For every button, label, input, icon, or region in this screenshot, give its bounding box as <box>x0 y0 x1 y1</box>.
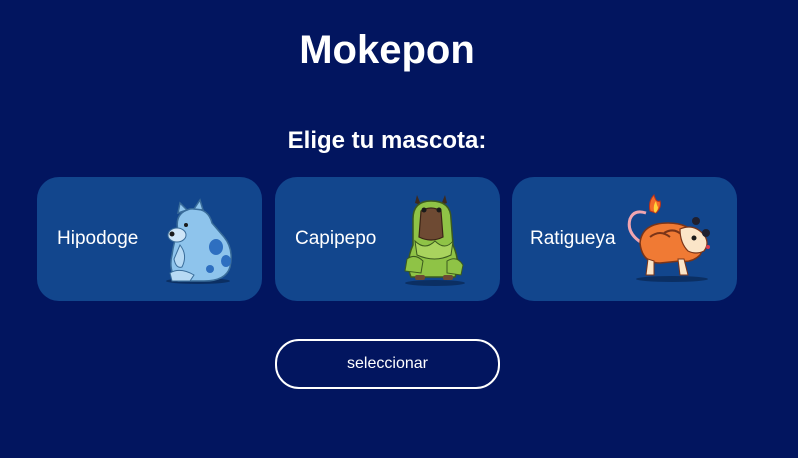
pet-card-hipodoge[interactable]: Hipodoge <box>37 177 262 301</box>
pet-name: Capipepo <box>295 228 377 249</box>
capipepo-icon <box>404 195 465 286</box>
page-subtitle: Elige tu mascota: <box>287 127 487 154</box>
page-title: Mokepon <box>299 28 475 72</box>
ratigueya-icon <box>627 194 710 282</box>
hipodoge-icon <box>166 198 232 284</box>
pet-card-list: Hipodoge Capipepo Ratigueya <box>37 177 737 301</box>
pet-name: Ratigueya <box>530 228 616 249</box>
pet-card-ratigueya[interactable]: Ratigueya <box>512 177 737 301</box>
pet-name: Hipodoge <box>57 228 139 249</box>
select-pet-button[interactable]: seleccionar <box>275 339 500 389</box>
pet-card-capipepo[interactable]: Capipepo <box>275 177 500 301</box>
